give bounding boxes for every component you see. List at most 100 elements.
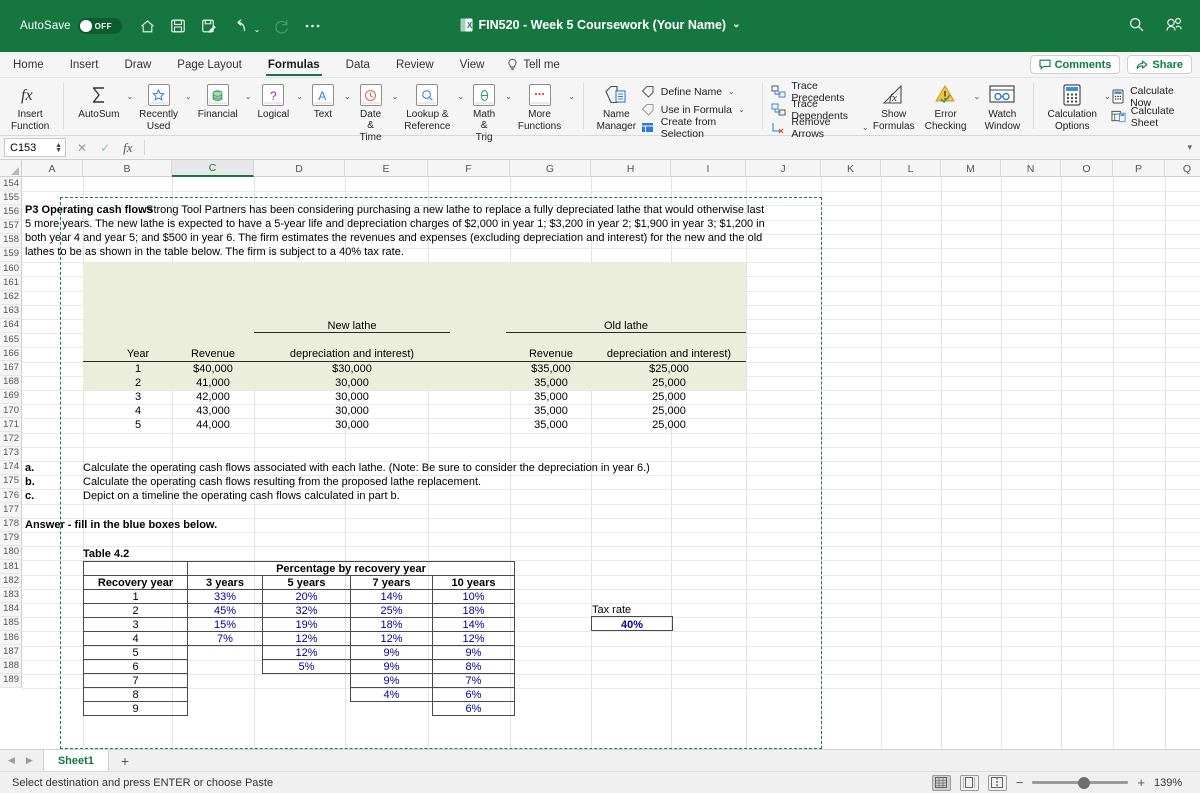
table42-r5-y7[interactable]: 9% (350, 645, 433, 660)
remove-arrows-caret-icon[interactable]: ⌄ (862, 123, 869, 132)
more-functions-caret-icon[interactable]: ⌄ (568, 92, 575, 101)
account-icon[interactable] (1165, 16, 1184, 36)
autosum-caret-icon[interactable]: ⌄ (126, 92, 133, 101)
logical-button[interactable]: ? Logical ⌄ (251, 80, 303, 122)
row-header-178[interactable]: 178 (0, 517, 22, 532)
row-header-173[interactable]: 173 (0, 446, 22, 461)
insert-function-icon[interactable]: fx (123, 140, 132, 156)
autosave-toggle[interactable]: OFF (77, 18, 122, 34)
remove-arrows-button[interactable]: Remove Arrows ⌄ (771, 116, 869, 140)
table42-r7-y10[interactable]: 7% (432, 673, 515, 688)
tell-me-button[interactable]: Tell me (497, 52, 569, 77)
row-header-180[interactable]: 180 (0, 545, 22, 561)
more-options-icon[interactable] (303, 17, 322, 36)
row-header-176[interactable]: 176 (0, 489, 22, 504)
insert-function-button[interactable]: fx Insert Function (5, 80, 55, 134)
calculation-options-caret-icon[interactable]: ⌄ (1104, 92, 1111, 101)
column-header-O[interactable]: O (1061, 160, 1113, 177)
next-sheet-icon[interactable]: ▶ (26, 755, 33, 766)
cancel-icon[interactable]: ✕ (77, 141, 87, 155)
comments-button[interactable]: Comments (1029, 55, 1121, 74)
table42-r8-y10[interactable]: 6% (432, 687, 515, 702)
table42-r1-y7[interactable]: 14% (350, 589, 433, 604)
error-checking-button[interactable]: Error Checking ⌄ (919, 80, 980, 134)
sheet-tab-sheet1[interactable]: Sheet1 (42, 750, 109, 771)
row-header-160[interactable]: 160 (0, 262, 22, 277)
row-header-154[interactable]: 154 (0, 177, 22, 192)
column-header-B[interactable]: B (83, 160, 172, 177)
tab-formulas[interactable]: Formulas (255, 52, 333, 77)
title-caret-icon[interactable]: ⌄ (732, 19, 740, 30)
row-header-188[interactable]: 188 (0, 659, 22, 674)
table42-r6-y10[interactable]: 8% (432, 659, 515, 674)
page-break-icon[interactable] (987, 774, 1007, 791)
date-time-button[interactable]: Date & Time ⌄ (351, 80, 398, 145)
add-sheet-button[interactable]: + (111, 753, 139, 769)
table42-r4-y3[interactable]: 7% (187, 631, 263, 646)
row-header-179[interactable]: 179 (0, 531, 22, 546)
column-header-G[interactable]: G (510, 160, 591, 177)
use-in-formula-caret-icon[interactable]: ⌄ (738, 105, 745, 114)
column-header-H[interactable]: H (591, 160, 671, 177)
row-header-170[interactable]: 170 (0, 404, 22, 419)
define-name-caret-icon[interactable]: ⌄ (728, 87, 735, 96)
row-header-187[interactable]: 187 (0, 645, 22, 660)
lookup-caret-icon[interactable]: ⌄ (457, 92, 464, 101)
column-header-L[interactable]: L (881, 160, 941, 177)
row-header-185[interactable]: 185 (0, 616, 22, 631)
page-layout-icon[interactable] (959, 774, 979, 791)
logical-caret-icon[interactable]: ⌄ (296, 92, 303, 101)
row-header-168[interactable]: 168 (0, 375, 22, 390)
column-header-F[interactable]: F (428, 160, 510, 177)
text-button[interactable]: A Text ⌄ (303, 80, 351, 122)
table42-r3-y3[interactable]: 15% (187, 617, 263, 632)
redo-icon[interactable] (272, 17, 291, 36)
row-header-177[interactable]: 177 (0, 503, 22, 518)
name-manager-button[interactable]: Name Manager (592, 80, 641, 134)
row-header-157[interactable]: 157 (0, 219, 22, 234)
save-icon[interactable] (169, 17, 188, 36)
text-caret-icon[interactable]: ⌄ (344, 92, 351, 101)
tab-page-layout[interactable]: Page Layout (164, 52, 255, 77)
prev-sheet-icon[interactable]: ◀ (8, 755, 15, 766)
table42-r4-y7[interactable]: 12% (350, 631, 433, 646)
math-trig-button[interactable]: Math & Trig ⌄ (464, 80, 512, 145)
table42-r7-y7[interactable]: 9% (350, 673, 433, 688)
row-header-181[interactable]: 181 (0, 560, 22, 575)
row-header-182[interactable]: 182 (0, 574, 22, 589)
document-title-text[interactable]: FIN520 - Week 5 Coursework (Your Name) (479, 18, 727, 32)
undo-icon[interactable] (231, 17, 250, 36)
row-header-161[interactable]: 161 (0, 276, 22, 291)
row-header-169[interactable]: 169 (0, 389, 22, 404)
row-header-165[interactable]: 165 (0, 333, 22, 348)
table42-r8-y7[interactable]: 4% (350, 687, 433, 702)
table42-r1-y3[interactable]: 33% (187, 589, 263, 604)
row-header-189[interactable]: 189 (0, 673, 22, 688)
autosum-button[interactable]: AutoSum ⌄ (72, 80, 133, 122)
more-functions-button[interactable]: More Functions ⌄ (512, 80, 575, 134)
table42-r2-y3[interactable]: 45% (187, 603, 263, 618)
show-formulas-button[interactable]: fx Show Formulas (869, 80, 919, 134)
math-trig-caret-icon[interactable]: ⌄ (505, 92, 512, 101)
row-header-174[interactable]: 174 (0, 460, 22, 475)
column-header-N[interactable]: N (1001, 160, 1061, 177)
row-header-164[interactable]: 164 (0, 318, 22, 334)
table42-r9-y10[interactable]: 6% (432, 701, 515, 716)
row-header-183[interactable]: 183 (0, 588, 22, 603)
formula-bar-expand-icon[interactable]: ▾ (1187, 142, 1192, 153)
row-header-159[interactable]: 159 (0, 247, 22, 263)
column-header-K[interactable]: K (821, 160, 881, 177)
calculate-now-button[interactable]: Calculate Now (1111, 85, 1195, 109)
table42-r3-y5[interactable]: 19% (262, 617, 351, 632)
table42-r6-y7[interactable]: 9% (350, 659, 433, 674)
column-header-E[interactable]: E (345, 160, 428, 177)
table42-r1-y5[interactable]: 20% (262, 589, 351, 604)
column-header-C[interactable]: C (172, 160, 254, 177)
financial-button[interactable]: Financial ⌄ (192, 80, 251, 122)
recently-used-caret-icon[interactable]: ⌄ (185, 92, 192, 101)
tab-data[interactable]: Data (333, 52, 383, 77)
column-header-I[interactable]: I (671, 160, 746, 177)
confirm-icon[interactable]: ✓ (100, 141, 110, 155)
zoom-slider-handle[interactable] (1078, 776, 1091, 789)
row-header-155[interactable]: 155 (0, 191, 22, 206)
